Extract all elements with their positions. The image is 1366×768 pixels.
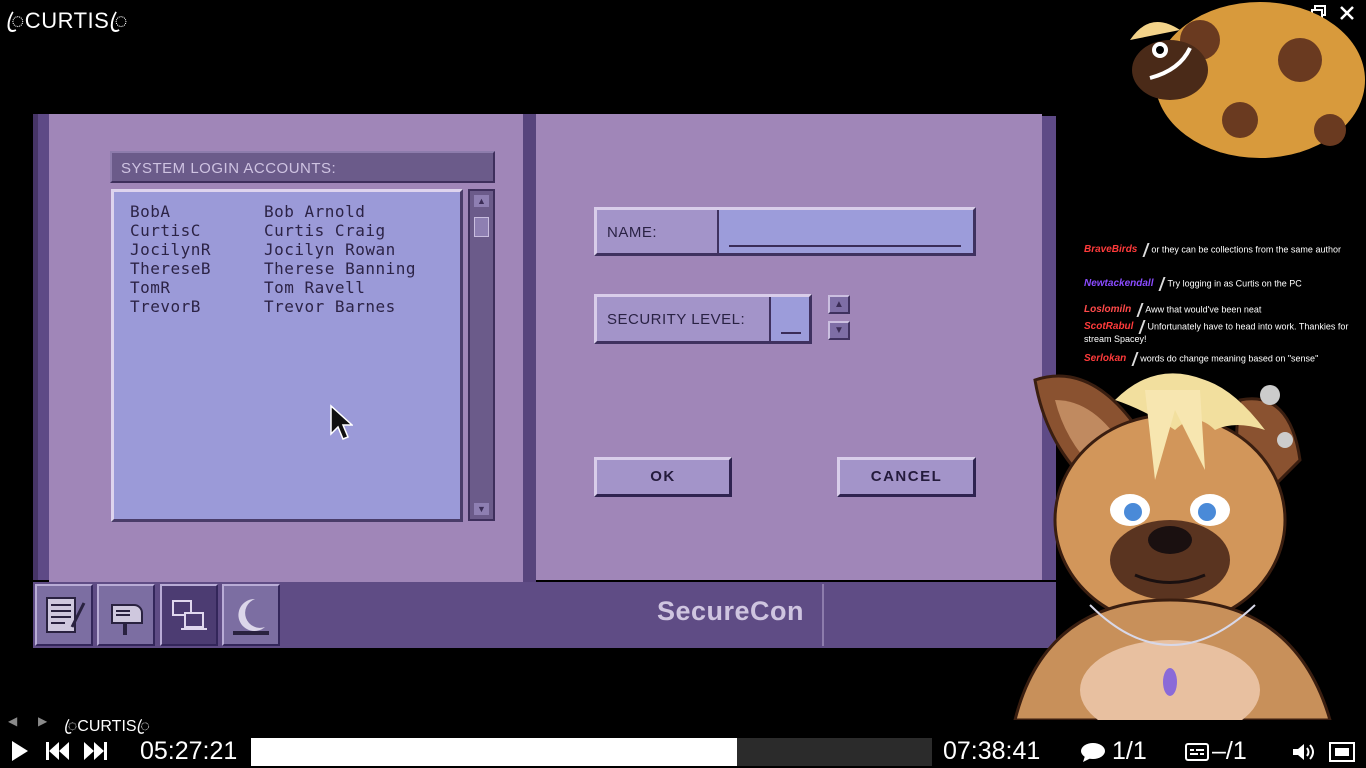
account-row[interactable]: JocilynR Jocilyn Rowan (130, 240, 395, 259)
volume-icon[interactable] (1291, 741, 1317, 768)
current-time: 05:27:21 (140, 737, 238, 765)
scroll-up-icon[interactable]: ▲ (474, 195, 489, 207)
account-row[interactable]: BobA Bob Arnold (130, 202, 365, 221)
total-time: 07:38:41 (943, 737, 1041, 765)
window-title: ꦿCURTISꦿ (6, 8, 129, 33)
chat-message: BraveBirds or they can be collections fro… (1084, 243, 1341, 257)
name-field-group: NAME: (594, 207, 976, 256)
skip-back-icon[interactable] (45, 739, 71, 768)
name-input[interactable] (717, 210, 973, 253)
chat-message: Newtackendall Try logging in as Curtis on… (1084, 277, 1302, 291)
play-icon[interactable] (10, 739, 30, 768)
taskbar-title: SecureCon (656, 596, 804, 626)
accounts-scrollbar[interactable]: ▲ ▼ (468, 189, 495, 521)
mascot-sticker-image (1110, 0, 1366, 190)
chat-message: Serlokan words do change meaning based on… (1084, 352, 1319, 366)
security-up-icon[interactable]: ▲ (828, 295, 850, 314)
mouse-cursor-icon (329, 404, 354, 447)
scroll-thumb[interactable] (474, 217, 489, 237)
cancel-button[interactable]: CANCEL (837, 457, 976, 497)
accounts-header: SYSTEM LOGIN ACCOUNTS: (110, 151, 495, 183)
mailbox-icon[interactable] (97, 584, 155, 646)
security-level-label: SECURITY LEVEL: (607, 311, 746, 328)
subtitles-icon[interactable] (1185, 743, 1209, 766)
security-level-group: SECURITY LEVEL: (594, 294, 812, 344)
subtitle-counter[interactable]: –/1 (1212, 737, 1247, 766)
accounts-list[interactable]: BobA Bob Arnold CurtisC Curtis Craig Jocil… (111, 189, 463, 522)
chat-message: Loslomiln Aww that would've been neat (1084, 303, 1262, 317)
account-row[interactable]: CurtisC Curtis Craig (130, 221, 385, 240)
taskbar-title-bar: SecureCon (288, 584, 824, 646)
previous-file-icon[interactable]: ◀ (8, 714, 17, 728)
fullscreen-icon[interactable] (1329, 742, 1355, 767)
skip-forward-icon[interactable] (82, 739, 108, 768)
account-row[interactable]: TomR Tom Ravell (130, 278, 365, 297)
chapter-counter[interactable]: 1/1 (1112, 737, 1147, 766)
login-panel (536, 114, 1042, 580)
account-row[interactable]: TrevorB Trevor Barnes (130, 297, 395, 316)
next-file-icon[interactable]: ▶ (38, 714, 47, 728)
name-label: NAME: (607, 224, 658, 241)
chat-message: ScotRabul Unfortunately have to head into… (1084, 320, 1349, 344)
security-down-icon[interactable]: ▼ (828, 321, 850, 340)
security-level-input[interactable] (769, 297, 809, 341)
panel-divider (523, 114, 536, 584)
account-row[interactable]: ThereseB Therese Banning (130, 259, 416, 278)
window-frame-shadow (33, 114, 38, 580)
moon-icon[interactable] (222, 584, 280, 646)
streamer-avatar-image (995, 360, 1366, 740)
notepad-icon[interactable] (35, 584, 93, 646)
seek-bar-progress (251, 738, 737, 766)
ok-button[interactable]: OK (594, 457, 732, 497)
scroll-down-icon[interactable]: ▼ (474, 503, 489, 515)
chapters-icon[interactable] (1080, 742, 1106, 767)
computer-network-icon[interactable] (160, 584, 218, 646)
